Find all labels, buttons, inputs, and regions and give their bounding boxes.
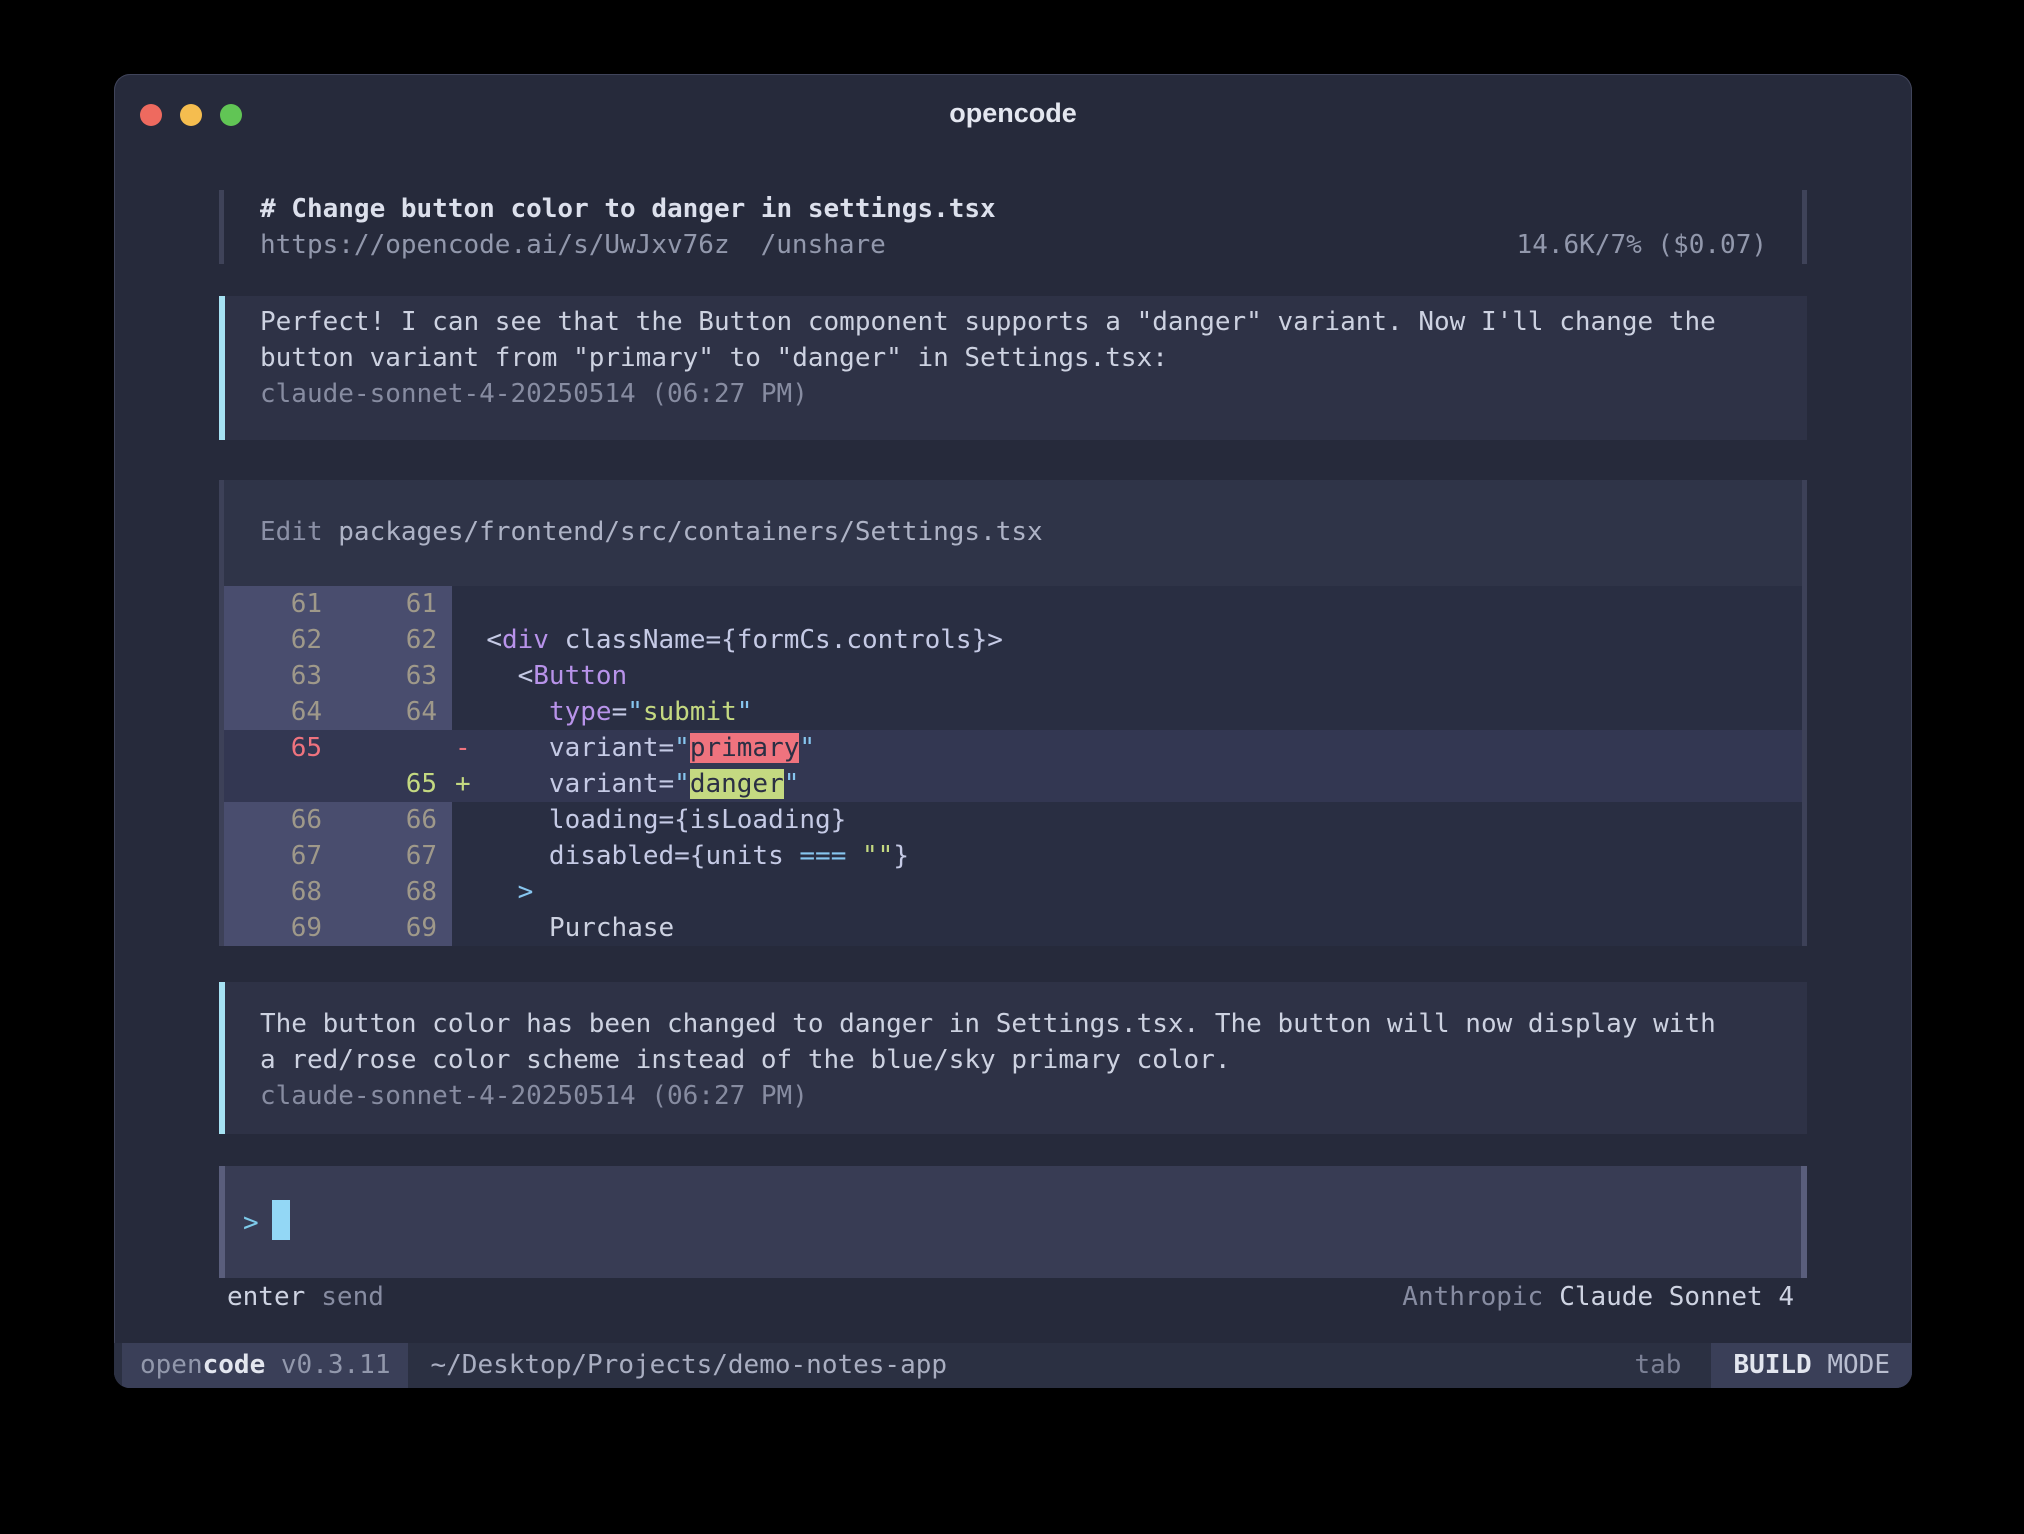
tab-key-hint: tab — [1634, 1343, 1681, 1388]
diff-rows: 6161 6262 <div className={formCs.control… — [224, 586, 1802, 946]
session-header: # Change button color to danger in setti… — [219, 190, 1807, 264]
diff-row: 6363 <Button — [224, 658, 1802, 694]
send-action-hint: send — [321, 1278, 384, 1316]
title-bar: opencode — [114, 74, 1912, 152]
hint-row: enter send Anthropic Claude Sonnet 4 — [219, 1278, 1807, 1316]
diff-row: 6161 — [224, 586, 1802, 622]
message-line: Perfect! I can see that the Button compo… — [260, 304, 1767, 340]
message-line: The button color has been changed to dan… — [260, 1006, 1767, 1042]
diff-row: 6868 > — [224, 874, 1802, 910]
app-name-prefix: open — [140, 1350, 203, 1380]
chat-input[interactable]: > — [219, 1166, 1807, 1278]
message-line: a red/rose color scheme instead of the b… — [260, 1042, 1767, 1078]
edit-tool-header: Edit packages/frontend/src/containers/Se… — [224, 514, 1802, 550]
diff-row: 6464 type="submit" — [224, 694, 1802, 730]
mode-toggle[interactable]: BUILD MODE — [1711, 1343, 1912, 1388]
provider-label: Anthropic — [1402, 1278, 1543, 1316]
diff-row: 65+ variant="danger" — [224, 766, 1802, 802]
mode-secondary: MODE — [1827, 1350, 1890, 1380]
model-label: Claude Sonnet 4 — [1559, 1278, 1794, 1316]
share-url-link[interactable]: https://opencode.ai/s/UwJxv76z — [260, 227, 730, 263]
tool-action-label: Edit — [260, 517, 323, 547]
prompt-caret: > — [243, 1208, 259, 1238]
unshare-command[interactable]: /unshare — [761, 227, 886, 263]
edit-tool-panel: Edit packages/frontend/src/containers/Se… — [219, 480, 1807, 946]
assistant-message: Perfect! I can see that the Button compo… — [219, 296, 1807, 440]
tool-file-path: packages/frontend/src/containers/Setting… — [338, 517, 1042, 547]
app-version-chip: opencode v0.3.11 — [122, 1343, 408, 1388]
session-title: # Change button color to danger in setti… — [260, 191, 1767, 227]
text-cursor — [272, 1200, 290, 1240]
diff-row: 6969 Purchase — [224, 910, 1802, 946]
message-line: button variant from "primary" to "danger… — [260, 340, 1767, 376]
window-title: opencode — [114, 98, 1912, 129]
working-directory: ~/Desktop/Projects/demo-notes-app — [430, 1343, 947, 1388]
status-bar: opencode v0.3.11 ~/Desktop/Projects/demo… — [114, 1343, 1912, 1388]
mode-primary: BUILD — [1733, 1350, 1811, 1380]
message-model-meta: claude-sonnet-4-20250514 (06:27 PM) — [260, 1078, 1767, 1114]
diff-row: 6262 <div className={formCs.controls}> — [224, 622, 1802, 658]
diff-row: 6666 loading={isLoading} — [224, 802, 1802, 838]
enter-key-hint: enter — [227, 1278, 305, 1316]
message-model-meta: claude-sonnet-4-20250514 (06:27 PM) — [260, 376, 1767, 412]
context-usage-stats: 14.6K/7% ($0.07) — [1517, 227, 1767, 263]
assistant-message: The button color has been changed to dan… — [219, 982, 1807, 1134]
app-version: v0.3.11 — [281, 1350, 391, 1380]
diff-row: 65- variant="primary" — [224, 730, 1802, 766]
app-name-suffix: code — [203, 1350, 266, 1380]
app-window: opencode # Change button color to danger… — [114, 74, 1912, 1388]
diff-row: 6767 disabled={units === ""} — [224, 838, 1802, 874]
